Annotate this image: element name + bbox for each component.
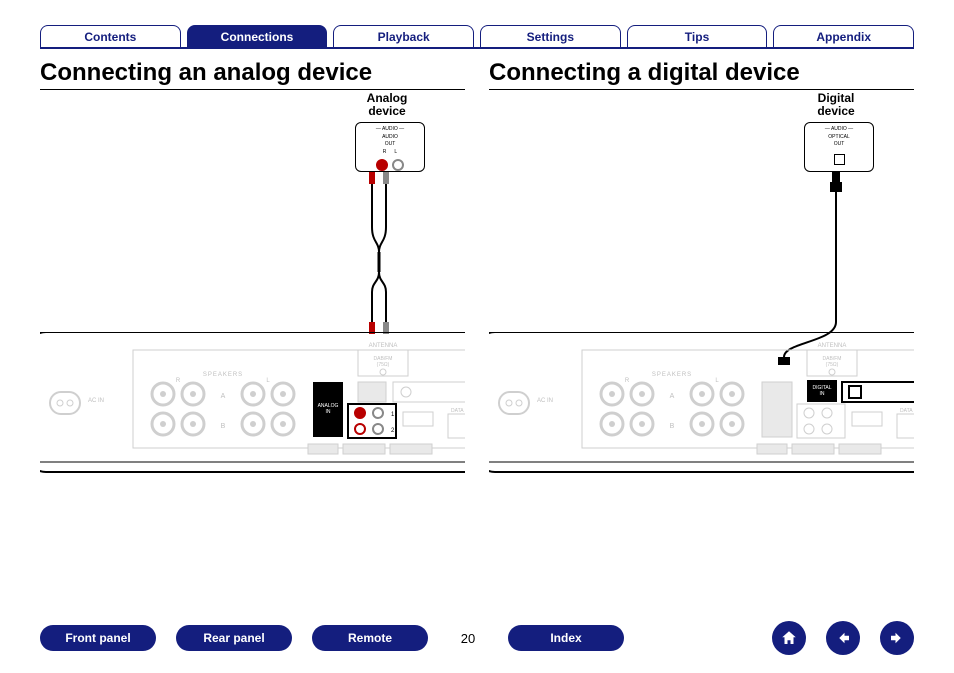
remote-button[interactable]: Remote	[312, 625, 428, 651]
tab-connections[interactable]: Connections	[187, 25, 328, 47]
home-icon	[780, 629, 798, 647]
digital-device-box: — AUDIO — OPTICAL OUT	[804, 122, 874, 172]
svg-text:DATA: DATA	[900, 408, 913, 414]
svg-text:(75Ω): (75Ω)	[826, 362, 839, 368]
svg-text:ANTENNA: ANTENNA	[369, 343, 398, 349]
rca-red-icon	[376, 159, 388, 171]
analog-device-label: Analogdevice	[357, 92, 417, 118]
svg-text:IN: IN	[326, 409, 331, 415]
svg-text:L: L	[715, 378, 719, 384]
bottom-nav: Front panel Rear panel Remote 20 Index	[40, 621, 914, 655]
prev-page-button[interactable]	[826, 621, 860, 655]
svg-text:ANTENNA: ANTENNA	[818, 343, 847, 349]
rear-panel-button[interactable]: Rear panel	[176, 625, 292, 651]
svg-text:1: 1	[391, 412, 395, 418]
svg-text:A: A	[221, 393, 226, 400]
arrow-right-icon	[888, 629, 906, 647]
index-button[interactable]: Index	[508, 625, 624, 651]
tab-contents[interactable]: Contents	[40, 25, 181, 47]
tab-settings[interactable]: Settings	[480, 25, 621, 47]
optical-port-icon	[834, 154, 845, 165]
rca-white-icon	[392, 159, 404, 171]
analog-device-box: — AUDIO — AUDIO OUT RL	[355, 122, 425, 172]
heading-analog: Connecting an analog device	[40, 59, 465, 90]
svg-text:DATA: DATA	[451, 408, 464, 414]
svg-text:(75Ω): (75Ω)	[377, 362, 390, 368]
next-page-button[interactable]	[880, 621, 914, 655]
tab-tips[interactable]: Tips	[627, 25, 768, 47]
svg-text:AC IN: AC IN	[88, 398, 104, 404]
receiver-rear-analog: ANTENNA DAB/FM (75Ω) SPEAKERS R L A	[40, 332, 465, 532]
digital-cable-diagram	[489, 177, 914, 332]
svg-text:R: R	[625, 378, 630, 384]
top-tabs: Contents Connections Playback Settings T…	[40, 25, 914, 49]
heading-digital: Connecting a digital device	[489, 59, 914, 90]
digital-device-label: Digitaldevice	[806, 92, 866, 118]
arrow-left-icon	[834, 629, 852, 647]
home-button[interactable]	[772, 621, 806, 655]
receiver-rear-digital: ANTENNA DAB/FM (75Ω) SPEAKERS R L A B AC…	[489, 332, 914, 532]
svg-text:A: A	[670, 393, 675, 400]
svg-text:R: R	[176, 378, 181, 384]
svg-text:2: 2	[391, 428, 395, 434]
svg-text:SPEAKERS: SPEAKERS	[203, 372, 243, 378]
analog-cable-diagram	[40, 177, 465, 332]
svg-text:B: B	[221, 423, 226, 430]
svg-text:L: L	[266, 378, 270, 384]
front-panel-button[interactable]: Front panel	[40, 625, 156, 651]
page-number: 20	[448, 631, 488, 646]
tab-playback[interactable]: Playback	[333, 25, 474, 47]
svg-text:AC IN: AC IN	[537, 398, 553, 404]
svg-text:B: B	[670, 423, 675, 430]
svg-text:IN: IN	[820, 391, 825, 397]
svg-text:SPEAKERS: SPEAKERS	[652, 372, 692, 378]
tab-appendix[interactable]: Appendix	[773, 25, 914, 47]
